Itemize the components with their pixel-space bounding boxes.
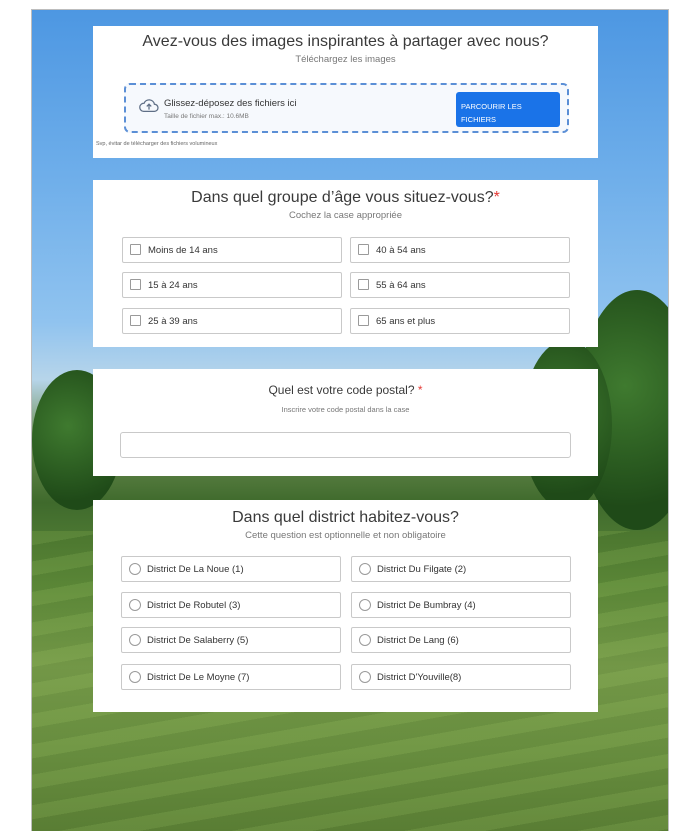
age-option-55-64[interactable]: 55 à 64 ans [350,272,570,298]
district-option-6[interactable]: District De Lang (6) [351,627,571,653]
dropzone-label: Glissez-déposez des fichiers ici [164,98,297,109]
cloud-upload-icon [139,99,159,113]
age-option-40-54[interactable]: 40 à 54 ans [350,237,570,263]
age-subtitle: Cochez la case appropriée [288,210,402,221]
district-option-3[interactable]: District De Robutel (3) [121,592,341,618]
district-option-5[interactable]: District De Salaberry (5) [121,627,341,653]
age-title: Dans quel groupe d’âge vous situez-vous?… [93,189,598,207]
checkbox[interactable] [130,244,141,255]
district-option-4[interactable]: District De Bumbray (4) [351,592,571,618]
option-label: District De Le Moyne (7) [147,672,250,683]
option-label: District De La Noue (1) [147,564,244,575]
age-option-15-24[interactable]: 15 à 24 ans [122,272,342,298]
option-label: District Du Filgate (2) [377,564,467,575]
upload-subtitle: Téléchargez les images [295,54,396,65]
district-option-2[interactable]: District Du Filgate (2) [351,556,571,582]
district-subtitle: Cette question est optionnelle et non ob… [245,530,446,541]
postal-title: Quel est votre code postal? * [93,383,598,397]
age-title-text: Dans quel groupe d’âge vous situez-vous? [191,189,494,206]
option-label: 40 à 54 ans [376,245,426,256]
option-label: 25 à 39 ans [148,316,198,327]
age-card: Dans quel groupe d’âge vous situez-vous?… [93,180,598,347]
age-option-65-plus[interactable]: 65 ans et plus [350,308,570,334]
postal-subtitle: Inscrire votre code postal dans la case [281,405,410,414]
required-mark: * [417,383,423,397]
option-label: District De Robutel (3) [147,600,241,611]
max-file-size: Taille de fichier max.: 10.6MB [164,113,249,120]
radio-button[interactable] [359,671,371,683]
radio-button[interactable] [359,599,371,611]
browse-label-line1: PARCOURIR LES [461,102,522,111]
district-title: Dans quel district habitez-vous? [232,509,459,526]
checkbox[interactable] [358,244,369,255]
required-mark: * [493,189,500,206]
option-label: 65 ans et plus [376,316,436,327]
checkbox[interactable] [130,315,141,326]
district-option-1[interactable]: District De La Noue (1) [121,556,341,582]
postal-code-input[interactable] [120,432,571,458]
option-label: District De Bumbray (4) [377,600,476,611]
checkbox[interactable] [358,315,369,326]
upload-tip: Svp, évitar de télécharger des fichiers … [96,141,218,147]
option-label: 15 à 24 ans [148,280,198,291]
age-option-under-14[interactable]: Moins de 14 ans [122,237,342,263]
upload-title: Avez-vous des images inspirantes à parta… [142,33,549,50]
age-option-25-39[interactable]: 25 à 39 ans [122,308,342,334]
option-label: 55 à 64 ans [376,280,426,291]
option-label: Moins de 14 ans [148,245,218,256]
district-card: Dans quel district habitez-vous? Cette q… [93,500,598,712]
district-option-7[interactable]: District De Le Moyne (7) [121,664,341,690]
radio-button[interactable] [129,563,141,575]
radio-button[interactable] [129,634,141,646]
postal-card: Quel est votre code postal? * Inscrire v… [93,369,598,476]
checkbox[interactable] [130,279,141,290]
option-label: District De Lang (6) [377,635,459,646]
upload-card: Avez-vous des images inspirantes à parta… [93,26,598,158]
radio-button[interactable] [359,563,371,575]
option-label: District De Salaberry (5) [147,635,249,646]
checkbox[interactable] [358,279,369,290]
radio-button[interactable] [129,671,141,683]
radio-button[interactable] [129,599,141,611]
district-option-8[interactable]: District D'Youville(8) [351,664,571,690]
background-photo: Avez-vous des images inspirantes à parta… [31,9,669,831]
file-dropzone[interactable]: Glissez-déposez des fichiers ici Taille … [124,83,569,133]
option-label: District D'Youville(8) [377,672,462,683]
radio-button[interactable] [359,634,371,646]
browse-files-button[interactable]: PARCOURIR LES FICHIERS [456,92,560,127]
browse-label-line2: FICHIERS [461,115,497,124]
postal-title-text: Quel est votre code postal? [268,383,415,397]
